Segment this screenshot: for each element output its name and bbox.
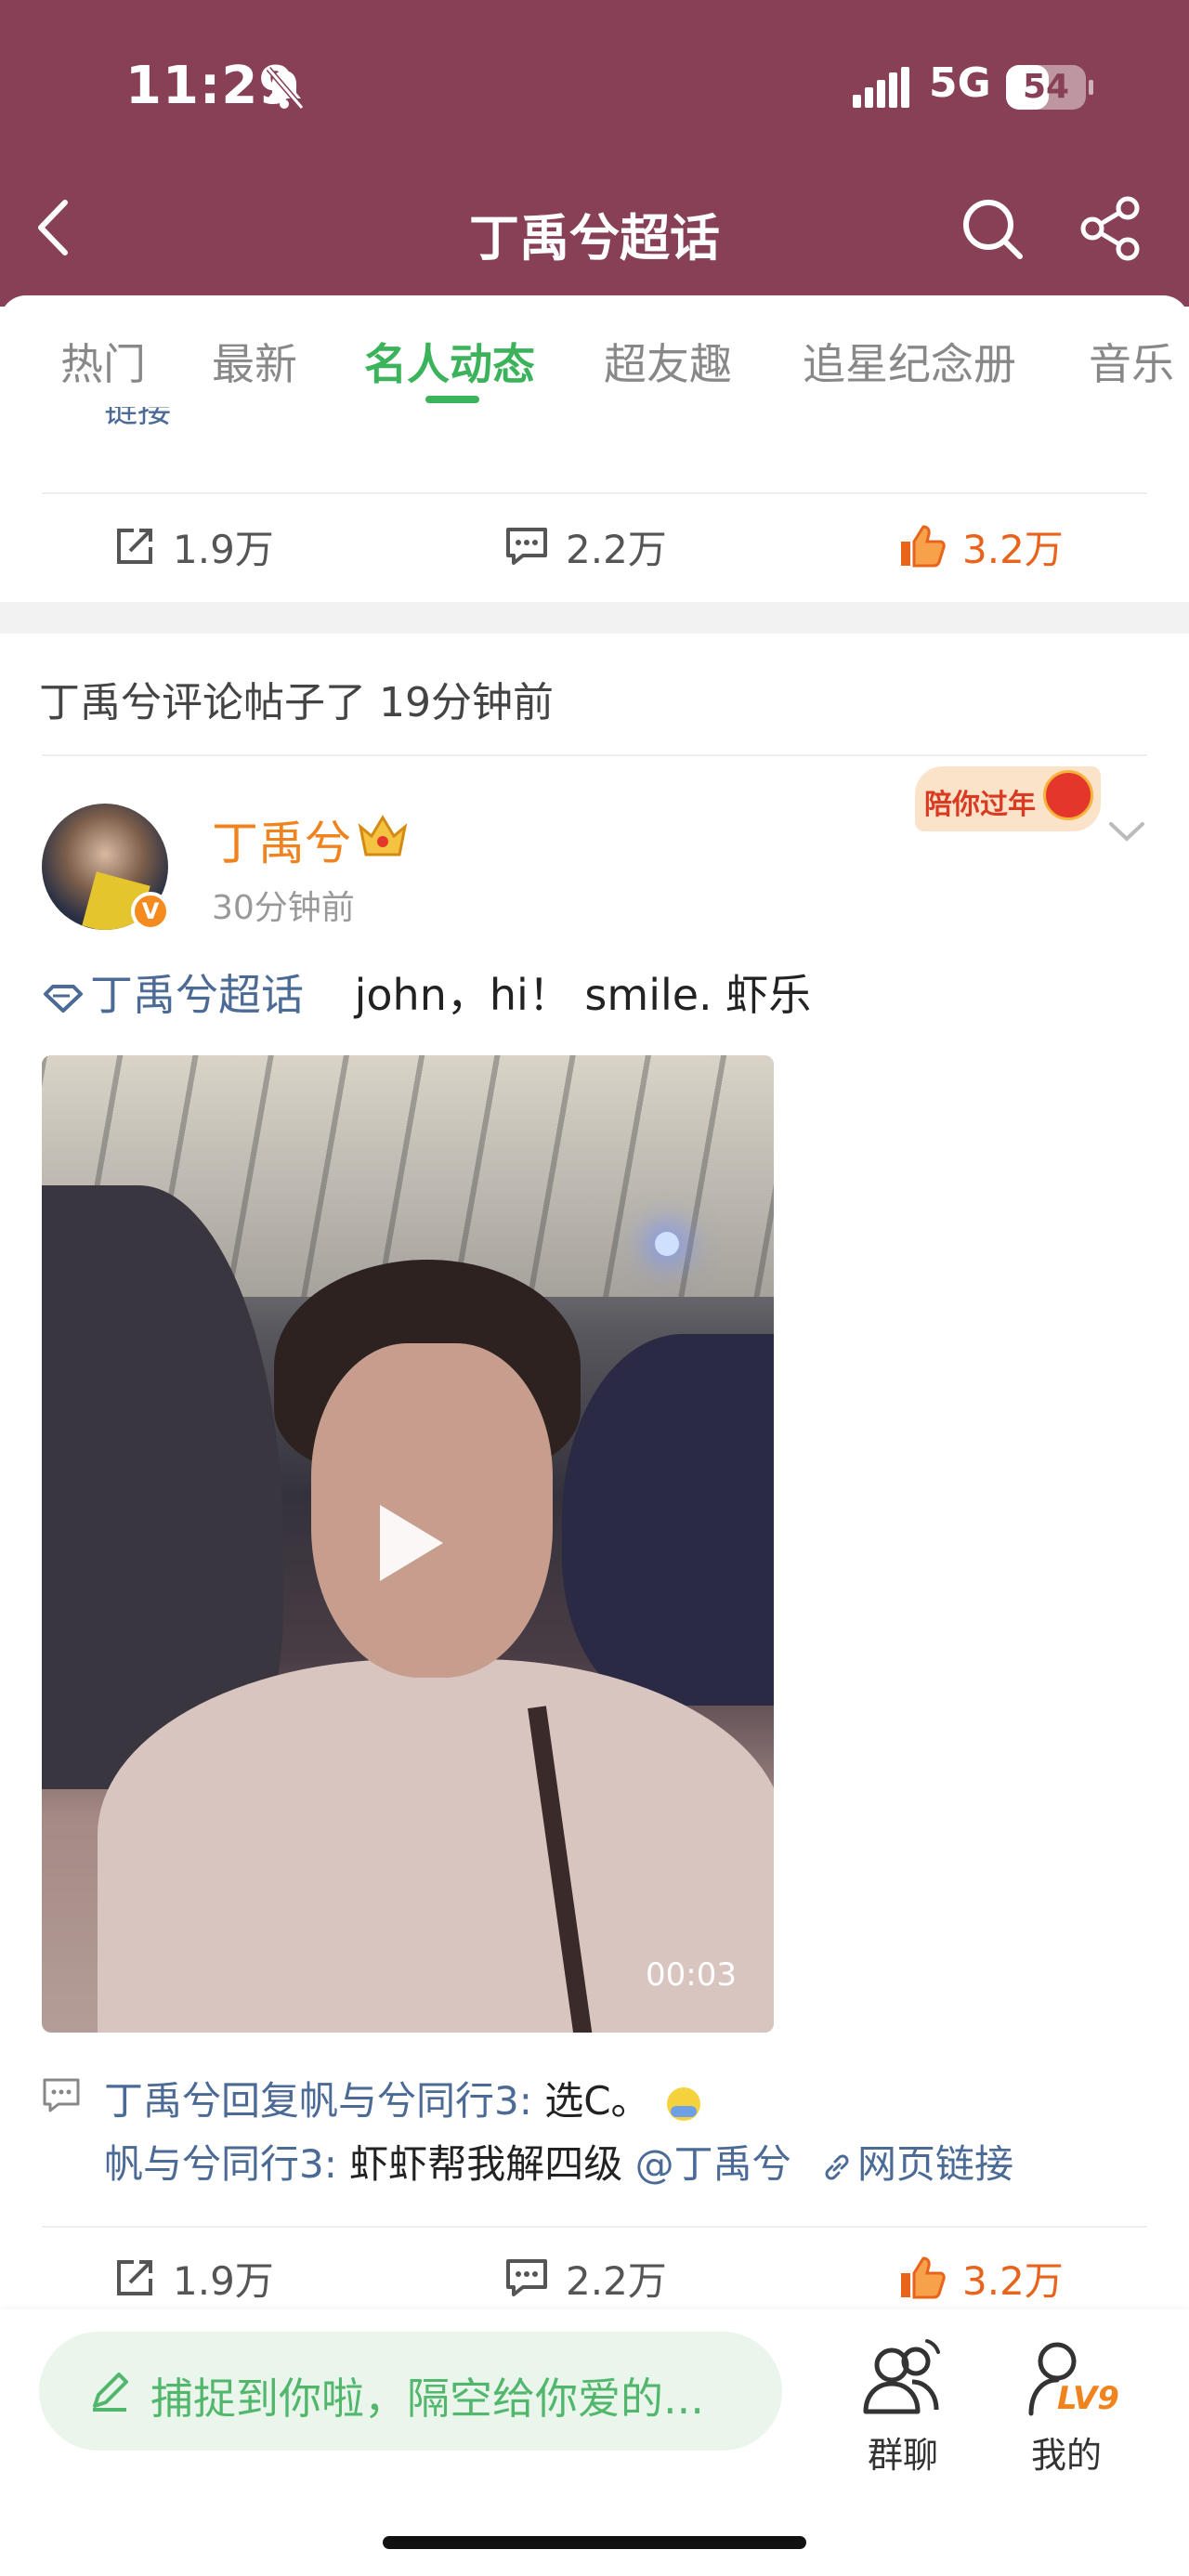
signal-icon	[853, 67, 909, 108]
search-icon[interactable]	[959, 195, 1026, 262]
divider	[42, 492, 1147, 494]
group-chat-icon	[863, 2339, 940, 2414]
tab-hot[interactable]: 热门	[60, 331, 146, 392]
group-chat-label: 群聊	[867, 2435, 938, 2476]
compose-input[interactable]: 捕捉到你啦，隔空给你爱的...	[39, 2332, 782, 2451]
pencil-icon	[93, 2373, 128, 2412]
web-link[interactable]: 网页链接	[804, 2141, 1013, 2187]
video-scene-light	[655, 1232, 679, 1256]
repost-count: 1.9万	[173, 526, 274, 572]
battery-cap	[1089, 80, 1093, 95]
network-type: 5G	[929, 59, 991, 107]
lantern-icon	[1043, 770, 1093, 820]
mention-link[interactable]: @丁禹兮	[635, 2141, 791, 2187]
like-count: 3.2万	[962, 2257, 1064, 2304]
divider	[42, 2226, 1147, 2228]
comment-reply-line[interactable]: 丁禹兮回复帆与兮同行3: 选C。	[104, 2070, 700, 2126]
mute-bell-icon	[266, 67, 305, 110]
diamond-icon	[44, 984, 83, 1013]
section-separator	[0, 602, 1189, 634]
share-icon[interactable]	[1078, 195, 1144, 262]
reply-user[interactable]: 丁禹兮回复帆与兮同行3:	[104, 2078, 532, 2124]
battery-level: 54	[1022, 68, 1070, 106]
my-profile-label: 我的	[1030, 2435, 1102, 2476]
comment-count: 2.2万	[566, 2257, 667, 2304]
video-scene-rock	[562, 1334, 774, 1706]
crown-icon	[358, 815, 408, 856]
tab-star-album[interactable]: 追星纪念册	[803, 331, 1016, 392]
nav-bar: 丁禹兮超话	[0, 177, 1189, 279]
repost-count: 1.9万	[173, 2257, 274, 2304]
tab-latest[interactable]: 最新	[212, 331, 297, 392]
battery-icon: 54	[1006, 65, 1093, 110]
activity-notice: 丁禹兮评论帖子了 19分钟前	[39, 679, 554, 726]
tab-super-fun[interactable]: 超友趣	[604, 331, 732, 392]
status-bar: 11:29 5G 54	[0, 46, 1189, 130]
repost-icon	[117, 529, 152, 564]
level-badge: LV9	[1057, 2380, 1119, 2417]
chevron-down-icon[interactable]	[1105, 813, 1148, 850]
topic-name: 丁禹兮超话	[90, 970, 304, 1020]
like-button[interactable]: 3.2万	[897, 500, 1064, 593]
topic-link[interactable]: 丁禹兮超话	[42, 970, 318, 1020]
comment-icon	[506, 2259, 547, 2296]
link-icon	[825, 2154, 849, 2179]
comment-button[interactable]: 2.2万	[504, 500, 667, 593]
comment-preview-icon	[43, 2078, 80, 2112]
web-link-label: 网页链接	[856, 2141, 1013, 2187]
my-profile-button[interactable]: LV9 我的	[1011, 2334, 1122, 2476]
sticker-text: 陪你过年	[924, 789, 1036, 821]
reply-text: 选C。	[544, 2078, 650, 2124]
comment-original-line[interactable]: 帆与兮同行3: 虾虾帮我解四级 @丁禹兮 网页链接	[104, 2133, 1013, 2190]
original-user[interactable]: 帆与兮同行3:	[104, 2141, 337, 2187]
home-indicator	[383, 2536, 806, 2549]
comment-count: 2.2万	[566, 526, 667, 572]
new-year-sticker: 陪你过年	[915, 766, 1101, 831]
top-header: 11:29 5G 54 丁禹兮超话	[0, 0, 1189, 307]
previous-post-actions: 1.9万 2.2万 3.2万	[0, 500, 1189, 593]
like-count: 3.2万	[962, 526, 1064, 572]
tab-music[interactable]: 音乐	[1089, 331, 1174, 392]
thumbs-up-icon	[901, 525, 946, 568]
author-name[interactable]: 丁禹兮	[212, 806, 351, 873]
emoji-icon	[666, 2086, 700, 2121]
repost-icon	[117, 2260, 152, 2295]
verified-badge-icon: V	[131, 892, 170, 931]
play-icon[interactable]	[372, 1501, 447, 1585]
video-duration: 00:03	[646, 1956, 737, 1994]
active-tab-indicator	[425, 396, 479, 403]
tab-celebrity-updates[interactable]: 名人动态	[364, 331, 535, 392]
compose-placeholder: 捕捉到你啦，隔空给你爱的...	[150, 2373, 704, 2424]
tab-bar: 热门 最新 名人动态 超友趣 追星纪念册 音乐	[0, 295, 1189, 407]
previous-post-link-fragment[interactable]: 链接	[104, 407, 171, 429]
post-time: 30分钟前	[212, 889, 355, 927]
original-text: 虾虾帮我解四级	[349, 2141, 623, 2187]
divider	[42, 754, 1147, 756]
post-text: 丁禹兮超话 john，hi！ smile. 虾乐	[42, 961, 811, 1023]
video-player[interactable]: 00:03	[42, 1055, 774, 2033]
group-chat-button[interactable]: 群聊	[847, 2334, 959, 2476]
post-body: john，hi！ smile. 虾乐	[354, 970, 812, 1020]
thumbs-up-icon	[901, 2256, 946, 2299]
comment-icon	[506, 528, 547, 565]
repost-button[interactable]: 1.9万	[113, 500, 274, 593]
